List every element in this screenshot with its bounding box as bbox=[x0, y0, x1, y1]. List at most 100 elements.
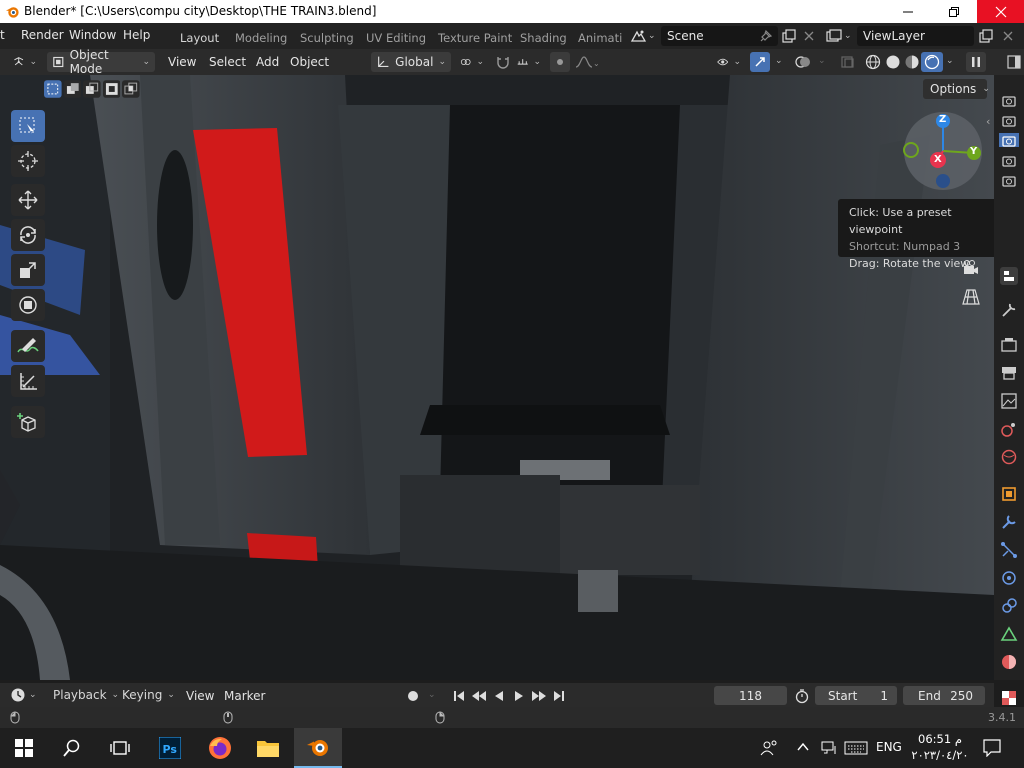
transform-orientation-selector[interactable]: Global ⌄ bbox=[371, 52, 451, 72]
physics-properties-icon[interactable] bbox=[999, 568, 1019, 588]
navigation-gizmo[interactable]: Z X Y bbox=[903, 111, 983, 191]
overlays-toggle[interactable] bbox=[793, 52, 813, 72]
scene-properties-icon[interactable] bbox=[999, 419, 1019, 439]
end-frame-field[interactable]: End 250 bbox=[903, 686, 985, 705]
select-invert-icon[interactable] bbox=[102, 80, 121, 98]
keying-menu[interactable]: Keying ⌄ bbox=[122, 686, 175, 704]
menu-edit-partial[interactable]: t bbox=[0, 28, 5, 42]
tab-layout[interactable]: Layout bbox=[180, 31, 219, 45]
shading-material-icon[interactable] bbox=[904, 54, 920, 70]
tool-wrench-icon[interactable] bbox=[999, 300, 1019, 320]
restore-button[interactable] bbox=[931, 0, 977, 23]
people-icon[interactable] bbox=[760, 739, 778, 757]
scene-name-field[interactable]: Scene bbox=[661, 26, 778, 46]
mode-selector[interactable]: Object Mode ⌄ bbox=[47, 48, 155, 76]
current-frame-field[interactable]: 118 bbox=[714, 686, 787, 705]
tool-rotate[interactable] bbox=[11, 219, 45, 251]
menu-add[interactable]: Add bbox=[256, 55, 279, 69]
photoshop-taskbar-button[interactable]: Ps bbox=[146, 728, 194, 768]
jump-to-prev-keyframe-icon[interactable] bbox=[470, 689, 488, 703]
auto-keying-icon[interactable] bbox=[406, 689, 420, 703]
firefox-taskbar-button[interactable] bbox=[196, 728, 244, 768]
shading-wireframe-icon[interactable] bbox=[865, 54, 881, 70]
tool-measure[interactable] bbox=[11, 365, 45, 397]
sidebar-expand-arrow[interactable]: ‹ bbox=[986, 115, 990, 128]
search-button[interactable] bbox=[48, 728, 96, 768]
xray-toggle-icon[interactable] bbox=[840, 55, 856, 69]
world-properties-icon[interactable] bbox=[999, 447, 1019, 467]
texture-properties-icon[interactable] bbox=[999, 688, 1019, 708]
tab-texture-paint[interactable]: Texture Paint bbox=[438, 31, 512, 45]
pin-icon[interactable] bbox=[759, 29, 773, 43]
delete-view-layer-icon[interactable] bbox=[1002, 30, 1014, 42]
new-view-layer-icon[interactable] bbox=[978, 28, 994, 44]
select-new-icon[interactable] bbox=[44, 80, 62, 98]
delete-scene-icon[interactable] bbox=[803, 30, 815, 42]
menu-window[interactable]: Window bbox=[69, 28, 116, 42]
active-tool-settings-icon[interactable] bbox=[999, 266, 1019, 286]
tool-select-box[interactable] bbox=[11, 110, 45, 142]
new-scene-icon[interactable] bbox=[781, 28, 797, 44]
playback-menu[interactable]: Playback ⌄ bbox=[53, 686, 119, 704]
timeline-editor-type-button[interactable]: ⌄ bbox=[10, 686, 40, 704]
timeline-menu-view[interactable]: View bbox=[186, 689, 214, 703]
proportional-edit-toggle[interactable] bbox=[550, 52, 570, 72]
play-reverse-icon[interactable] bbox=[492, 689, 506, 703]
gizmo-toggle[interactable] bbox=[750, 52, 770, 72]
view-layer-name-field[interactable]: ViewLayer bbox=[857, 26, 974, 46]
jump-to-next-keyframe-icon[interactable] bbox=[530, 689, 548, 703]
select-subtract-icon[interactable] bbox=[83, 80, 101, 98]
tab-modeling[interactable]: Modeling bbox=[235, 31, 287, 45]
material-properties-icon[interactable] bbox=[999, 652, 1019, 672]
3d-viewport[interactable]: Options ⌄ ‹ Z X Y Click: Use a preset vi… bbox=[0, 75, 994, 680]
tool-move[interactable] bbox=[11, 184, 45, 216]
visibility-selector[interactable]: ⌄ bbox=[712, 52, 746, 72]
file-explorer-taskbar-button[interactable] bbox=[244, 728, 292, 768]
sidebar-toggle-icon[interactable] bbox=[1006, 54, 1022, 70]
pivot-point-selector[interactable]: ⌄ bbox=[455, 52, 489, 72]
tab-animation[interactable]: Animati bbox=[578, 31, 622, 45]
pause-render-button[interactable] bbox=[966, 52, 986, 72]
tool-add-cube[interactable] bbox=[11, 406, 45, 438]
tool-cursor[interactable] bbox=[11, 145, 45, 177]
network-icon[interactable] bbox=[820, 740, 838, 756]
view-layer-properties-icon[interactable] bbox=[999, 391, 1019, 411]
menu-view[interactable]: View bbox=[168, 55, 196, 69]
render-layer-camera-icon[interactable] bbox=[999, 170, 1019, 190]
snap-target-selector[interactable]: ⌄ bbox=[512, 52, 546, 72]
menu-object[interactable]: Object bbox=[290, 55, 329, 69]
chevron-down-icon[interactable]: ⌄ bbox=[775, 56, 783, 66]
render-properties-icon[interactable] bbox=[999, 335, 1019, 355]
render-layer-camera-icon[interactable] bbox=[999, 130, 1019, 150]
start-button[interactable] bbox=[0, 728, 48, 768]
tab-uv-editing[interactable]: UV Editing bbox=[366, 31, 426, 45]
clock[interactable]: 06:51 م ٢٠٢٣/٠٤/٢٠ bbox=[908, 731, 972, 763]
blender-taskbar-button[interactable] bbox=[294, 728, 342, 768]
tool-scale[interactable] bbox=[11, 254, 45, 286]
output-properties-icon[interactable] bbox=[999, 363, 1019, 383]
stopwatch-icon[interactable] bbox=[794, 688, 810, 704]
shading-rendered-button[interactable] bbox=[921, 52, 943, 72]
constraints-properties-icon[interactable] bbox=[999, 596, 1019, 616]
task-view-button[interactable] bbox=[96, 728, 144, 768]
render-layer-camera-icon[interactable] bbox=[999, 90, 1019, 110]
chevron-down-icon[interactable]: ⌄ bbox=[818, 56, 826, 66]
chevron-down-icon[interactable]: ⌄ bbox=[428, 690, 436, 700]
perspective-grid-icon[interactable] bbox=[962, 288, 980, 306]
play-icon[interactable] bbox=[512, 689, 526, 703]
close-window-button[interactable] bbox=[977, 0, 1024, 23]
editor-type-button[interactable]: ⌄ bbox=[8, 52, 42, 72]
keyboard-icon[interactable] bbox=[844, 740, 868, 756]
jump-to-end-icon[interactable] bbox=[552, 689, 566, 703]
snap-toggle-icon[interactable] bbox=[495, 54, 511, 70]
data-properties-icon[interactable] bbox=[999, 624, 1019, 644]
particles-properties-icon[interactable] bbox=[999, 540, 1019, 560]
start-frame-field[interactable]: Start 1 bbox=[815, 686, 897, 705]
minimize-button[interactable] bbox=[885, 0, 931, 23]
notifications-icon[interactable] bbox=[983, 739, 1001, 757]
tool-annotate[interactable] bbox=[11, 330, 45, 362]
view-layer-browse-button[interactable]: ⌄ bbox=[826, 26, 856, 46]
chevron-down-icon[interactable]: ⌄ bbox=[946, 56, 954, 66]
shading-solid-icon[interactable] bbox=[885, 54, 901, 70]
tab-sculpting[interactable]: Sculpting bbox=[300, 31, 354, 45]
